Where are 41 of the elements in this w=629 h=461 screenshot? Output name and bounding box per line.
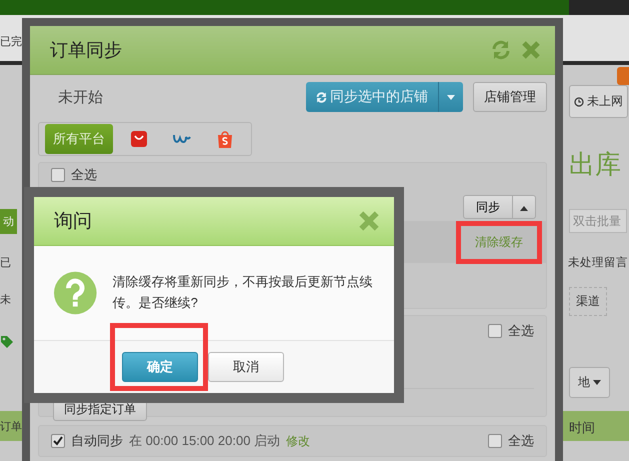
- page-text: 未处理留言: [568, 255, 628, 270]
- column-header: 订单: [0, 420, 22, 434]
- question-icon: [54, 271, 97, 315]
- checkbox-label: 全选: [71, 166, 97, 184]
- checkbox-label: 全选: [508, 322, 534, 340]
- caret-icon: [593, 380, 601, 385]
- dialog-title: 询问: [54, 210, 93, 234]
- checkbox[interactable]: [51, 434, 65, 448]
- checkbox-label: 自动同步: [71, 432, 123, 450]
- dialog-title: 订单同步: [50, 39, 123, 62]
- cancel-button[interactable]: 取消: [208, 352, 284, 382]
- dropdown-toggle[interactable]: [513, 195, 536, 219]
- page-text: 已完: [0, 34, 22, 49]
- caret-icon: [447, 94, 455, 100]
- refresh-icon: [316, 92, 327, 102]
- dropdown-button[interactable]: 地: [569, 367, 610, 398]
- refresh-icon[interactable]: [491, 40, 511, 60]
- page-text: 已: [0, 256, 11, 270]
- page-text: 未: [0, 293, 11, 307]
- clock-icon: [574, 96, 584, 106]
- column-header: 时间: [569, 419, 595, 437]
- checkbox[interactable]: [488, 434, 502, 448]
- close-icon[interactable]: [358, 210, 380, 232]
- sync-status: 未开始: [57, 88, 104, 106]
- filter-chip[interactable]: 渠道: [569, 287, 607, 316]
- checkbox[interactable]: [51, 168, 65, 182]
- sync-button[interactable]: 同步: [463, 195, 513, 219]
- checkbox-label: 全选: [508, 432, 534, 450]
- schedule-text: 在 00:00 15:00 20:00 启动: [129, 432, 280, 450]
- caret-icon: [520, 206, 528, 211]
- shop-management-button[interactable]: 店铺管理: [473, 82, 547, 112]
- search-field[interactable]: 双击批量: [569, 209, 627, 233]
- wave-logo-icon: [173, 133, 191, 145]
- shopping-bag-icon: [131, 131, 147, 147]
- confirm-message: 清除缓存将重新同步，不再按最后更新节点续传。是否继续?: [112, 273, 374, 312]
- network-status-button[interactable]: 未上网: [569, 85, 628, 118]
- close-icon[interactable]: [521, 40, 541, 60]
- page-heading: 出库: [569, 148, 621, 181]
- checkbox[interactable]: [488, 324, 502, 338]
- notification-badge: [617, 67, 629, 85]
- shopping-bag-icon: [217, 130, 233, 148]
